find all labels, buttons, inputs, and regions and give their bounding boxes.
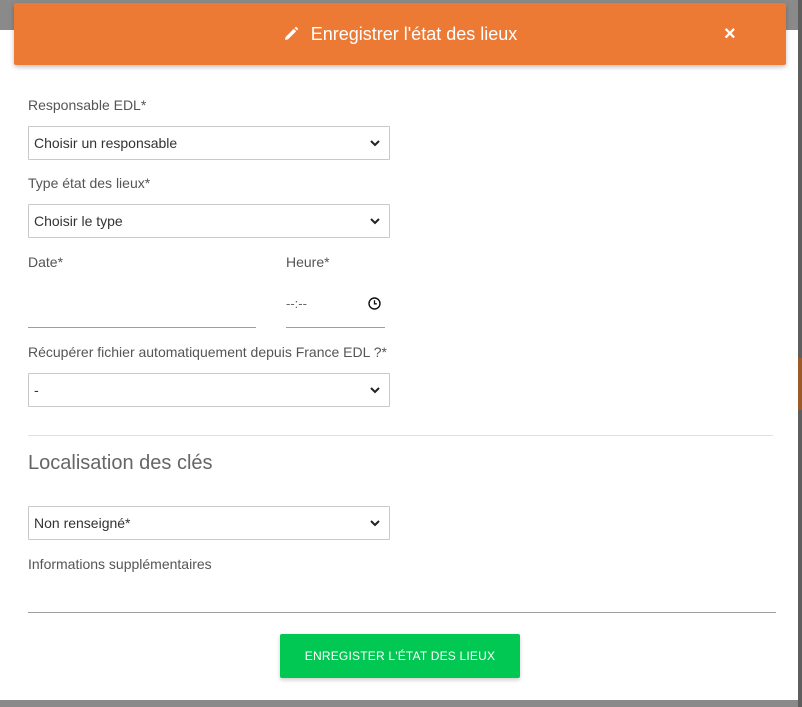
localisation-select[interactable]: Non renseigné*: [28, 506, 390, 540]
chevron-down-icon: [369, 517, 381, 529]
heure-label: Heure*: [286, 254, 330, 270]
modal-title: Enregistrer l'état des lieux: [310, 23, 518, 44]
date-input[interactable]: [28, 285, 256, 328]
clock-icon[interactable]: [368, 297, 381, 310]
close-icon[interactable]: ×: [724, 24, 738, 44]
date-label: Date*: [28, 254, 64, 270]
type-select[interactable]: Choisir le type: [28, 204, 390, 238]
recuperer-label: Récupérer fichier automatiquement depuis…: [28, 344, 388, 360]
localisation-select-value: Non renseigné*: [34, 515, 131, 531]
backdrop-accent: [798, 358, 802, 410]
section-divider: [28, 435, 773, 436]
responsable-select-value: Choisir un responsable: [34, 135, 178, 151]
backdrop: [798, 0, 802, 707]
infos-textarea[interactable]: [28, 576, 776, 613]
infos-label: Informations supplémentaires: [28, 556, 212, 572]
type-select-value: Choisir le type: [34, 213, 123, 229]
responsable-label: Responsable EDL*: [28, 97, 147, 113]
chevron-down-icon: [369, 384, 381, 396]
localisation-title: Localisation des clés: [28, 452, 213, 474]
type-label: Type état des lieux*: [28, 175, 151, 191]
recuperer-select-value: -: [34, 382, 39, 398]
pencil-icon: [283, 26, 299, 42]
chevron-down-icon: [369, 137, 381, 149]
chevron-down-icon: [369, 215, 381, 227]
modal-header: Enregistrer l'état des lieux ×: [14, 3, 786, 65]
responsable-select[interactable]: Choisir un responsable: [28, 126, 390, 160]
recuperer-select[interactable]: -: [28, 373, 390, 407]
heure-value: --:--: [286, 296, 307, 311]
submit-button[interactable]: ENREGISTER L'ÉTAT DES LIEUX: [280, 634, 520, 678]
